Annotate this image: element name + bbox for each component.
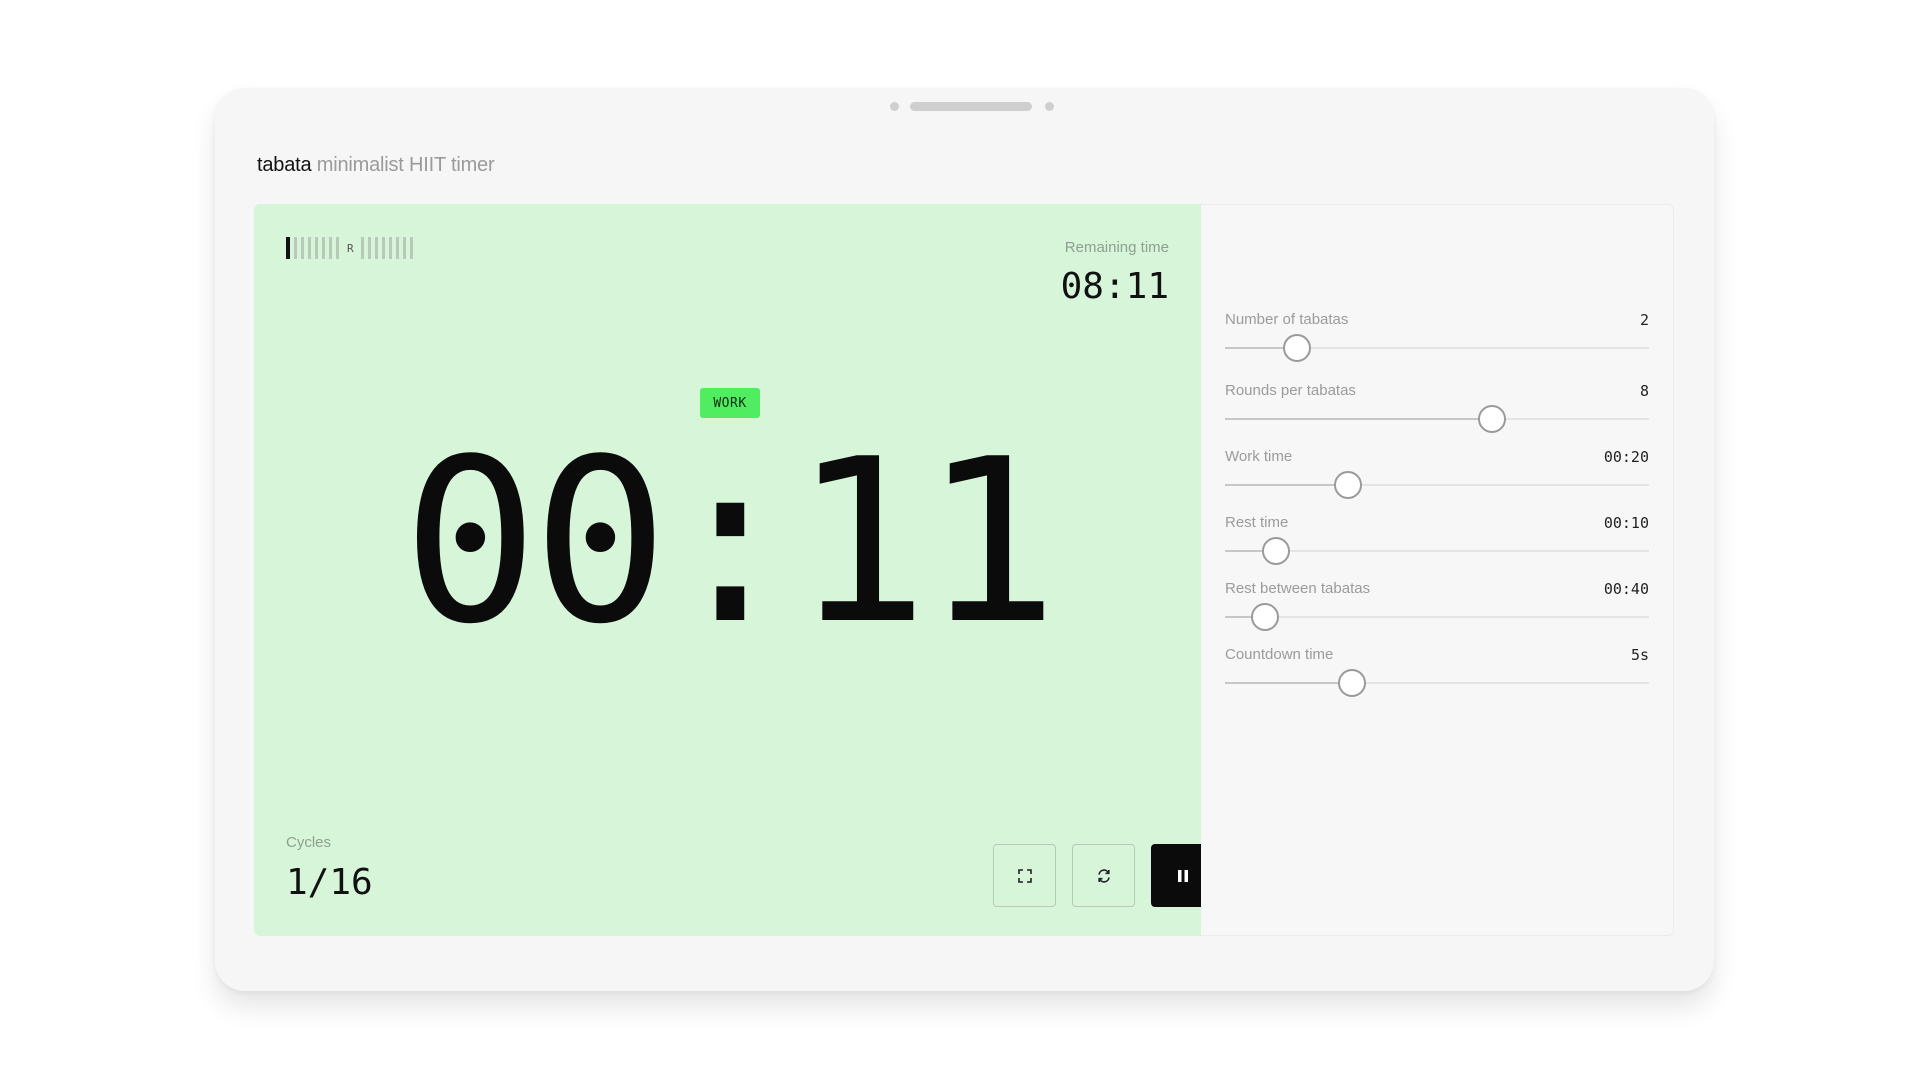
app-tagline: minimalist HIIT timer bbox=[316, 154, 495, 176]
fullscreen-button[interactable] bbox=[993, 844, 1056, 907]
cycles-value: 1/16 bbox=[286, 862, 373, 903]
slider-thumb[interactable] bbox=[1338, 669, 1367, 697]
restart-button[interactable] bbox=[1072, 844, 1135, 907]
progress-tick bbox=[315, 237, 318, 259]
progress-tick bbox=[388, 237, 392, 259]
setting-label: Number of tabatas bbox=[1225, 311, 1349, 328]
progress-tick bbox=[322, 237, 325, 259]
timer-panel: R Remaining time 08:11 WORK 00:11 Cycles… bbox=[254, 204, 1214, 936]
current-interval-clock: 00:11 bbox=[402, 411, 1058, 674]
progress-tick bbox=[409, 237, 413, 259]
setting-slider[interactable] bbox=[1225, 669, 1649, 697]
progress-tick bbox=[294, 237, 297, 259]
slider-fill bbox=[1225, 418, 1493, 420]
setting-slider[interactable] bbox=[1225, 405, 1649, 433]
setting-label: Rest time bbox=[1225, 514, 1289, 531]
camera-dot bbox=[890, 102, 899, 111]
progress-tick bbox=[360, 237, 364, 259]
progress-tick bbox=[395, 237, 399, 259]
slider-thumb[interactable] bbox=[1251, 603, 1280, 631]
slider-thumb[interactable] bbox=[1333, 471, 1362, 499]
progress-tick bbox=[301, 237, 304, 259]
setting-value: 8 bbox=[1639, 382, 1649, 400]
remaining-time-label: Remaining time bbox=[1064, 239, 1169, 256]
tablet-frame: tabata minimalist HIIT timer R Remaining… bbox=[215, 88, 1714, 991]
cycles-label: Cycles bbox=[286, 834, 332, 851]
setting-slider[interactable] bbox=[1225, 603, 1649, 631]
setting-label: Rest between tabatas bbox=[1225, 580, 1371, 597]
progress-tick bbox=[308, 237, 311, 259]
setting-slider[interactable] bbox=[1225, 334, 1649, 362]
progress-tick bbox=[374, 237, 378, 259]
setting-value: 5s bbox=[1630, 646, 1649, 664]
setting-slider[interactable] bbox=[1225, 471, 1649, 499]
setting-label: Rounds per tabatas bbox=[1225, 382, 1356, 399]
slider-fill bbox=[1225, 682, 1353, 684]
setting-slider[interactable] bbox=[1225, 537, 1649, 565]
slider-thumb[interactable] bbox=[1283, 334, 1312, 362]
refresh-icon bbox=[1097, 868, 1110, 883]
setting-value: 2 bbox=[1639, 311, 1649, 329]
setting-value: 00:40 bbox=[1603, 580, 1649, 598]
sensor-dot bbox=[1045, 102, 1054, 111]
app-title: tabata minimalist HIIT timer bbox=[257, 154, 495, 177]
progress-tick bbox=[286, 237, 290, 259]
pause-icon bbox=[1177, 869, 1188, 882]
setting-value: 00:20 bbox=[1603, 448, 1649, 466]
setting-label: Work time bbox=[1225, 448, 1293, 465]
camera-bar bbox=[910, 102, 1032, 111]
progress-tick bbox=[402, 237, 406, 259]
progress-tick bbox=[329, 237, 332, 259]
slider-thumb[interactable] bbox=[1261, 537, 1290, 565]
progress-tick bbox=[367, 237, 371, 259]
settings-panel: Number of tabatas 2 Rounds per tabatas 8 Wor… bbox=[1201, 204, 1674, 936]
rest-marker: R bbox=[347, 241, 354, 255]
round-progress: R bbox=[286, 237, 417, 259]
progress-tick bbox=[381, 237, 385, 259]
expand-icon bbox=[1017, 868, 1032, 883]
slider-fill bbox=[1225, 484, 1348, 486]
progress-tick bbox=[336, 237, 339, 259]
remaining-time-value: 08:11 bbox=[1060, 266, 1169, 307]
setting-value: 00:10 bbox=[1603, 514, 1649, 532]
app-brand: tabata bbox=[257, 154, 312, 176]
slider-thumb[interactable] bbox=[1478, 405, 1507, 433]
setting-label: Countdown time bbox=[1225, 646, 1334, 663]
